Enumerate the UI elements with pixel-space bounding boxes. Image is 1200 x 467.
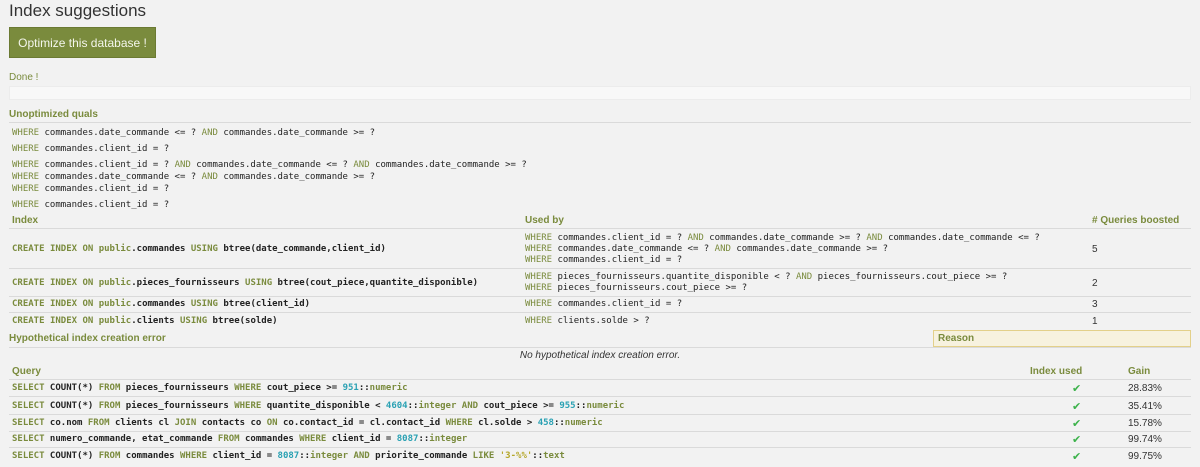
- query-text: SELECT COUNT(*) FROM commandes WHERE cli…: [12, 451, 565, 461]
- qual-line: WHERE commandes.client_id = ?: [12, 200, 170, 210]
- divider: [9, 379, 1191, 380]
- index-definition: CREATE INDEX ON public.commandes USING b…: [12, 299, 311, 309]
- divider: [9, 312, 1191, 313]
- check-icon: ✔: [1072, 434, 1082, 446]
- query-text: SELECT co.nom FROM clients cl JOIN conta…: [12, 418, 603, 428]
- optimize-database-button[interactable]: Optimize this database !: [9, 27, 156, 58]
- used-by-qual: WHERE commandes.client_id = ?: [525, 299, 683, 309]
- gain-value: 99.74%: [1128, 434, 1162, 445]
- gain-value: 35.41%: [1128, 401, 1162, 412]
- check-icon: ✔: [1072, 418, 1082, 430]
- used-by-qual: WHERE clients.solde > ?: [525, 316, 650, 326]
- divider: [9, 447, 1191, 448]
- gain-column-header: Gain: [1128, 366, 1151, 377]
- qual-line: WHERE commandes.client_id = ?: [12, 184, 170, 194]
- index-definition: CREATE INDEX ON public.pieces_fournisseu…: [12, 278, 479, 288]
- divider: [9, 122, 1191, 123]
- no-error-message: No hypothetical index creation error.: [519, 350, 681, 361]
- check-icon: ✔: [1072, 451, 1082, 463]
- hypo-error-heading: Hypothetical index creation error: [9, 333, 166, 344]
- divider: [9, 431, 1191, 432]
- query-text: SELECT numero_commande, etat_commande FR…: [12, 434, 468, 444]
- query-column-header: Query: [12, 366, 41, 377]
- status-text: Done !: [9, 72, 39, 83]
- divider: [9, 228, 1191, 229]
- used-by-qual: WHERE commandes.client_id = ? AND comman…: [525, 233, 1040, 243]
- index-definition: CREATE INDEX ON public.commandes USING b…: [12, 244, 386, 254]
- divider: [9, 396, 1191, 397]
- gain-value: 99.75%: [1128, 451, 1162, 462]
- qual-line: WHERE commandes.date_commande <= ? AND c…: [12, 128, 376, 138]
- divider: [9, 347, 1191, 348]
- divider: [9, 414, 1191, 415]
- qual-line: WHERE commandes.client_id = ?: [12, 144, 170, 154]
- reason-column-header: Reason: [933, 330, 1191, 347]
- used-by-qual: WHERE pieces_fournisseurs.quantite_dispo…: [525, 272, 1008, 282]
- queries-boosted-count: 3: [1092, 299, 1098, 310]
- index-definition: CREATE INDEX ON public.clients USING btr…: [12, 316, 278, 326]
- check-icon: ✔: [1072, 383, 1082, 395]
- queries-boosted-count: 1: [1092, 316, 1098, 327]
- index-column-header: Index: [12, 215, 39, 226]
- queries-boosted-count: 2: [1092, 278, 1098, 289]
- gain-value: 28.83%: [1128, 383, 1162, 394]
- used-by-column-header: Used by: [525, 215, 564, 226]
- gain-value: 15.78%: [1128, 418, 1162, 429]
- status-box: [9, 86, 1191, 100]
- check-icon: ✔: [1072, 401, 1082, 413]
- queries-boosted-column-header: # Queries boosted: [1092, 215, 1180, 226]
- used-by-qual: WHERE commandes.date_commande <= ? AND c…: [525, 244, 889, 254]
- page-title: Index suggestions: [9, 1, 147, 20]
- index-used-column-header: Index used: [1030, 366, 1083, 377]
- query-text: SELECT COUNT(*) FROM pieces_fournisseurs…: [12, 401, 625, 411]
- queries-boosted-count: 5: [1092, 244, 1098, 255]
- divider: [9, 268, 1191, 269]
- divider: [9, 296, 1191, 297]
- used-by-qual: WHERE commandes.client_id = ?: [525, 255, 683, 265]
- qual-line: WHERE commandes.client_id = ? AND comman…: [12, 160, 527, 170]
- query-text: SELECT COUNT(*) FROM pieces_fournisseurs…: [12, 383, 408, 393]
- unoptimized-quals-heading: Unoptimized quals: [9, 109, 98, 120]
- qual-line: WHERE commandes.date_commande <= ? AND c…: [12, 172, 376, 182]
- used-by-qual: WHERE pieces_fournisseurs.cout_piece >= …: [525, 283, 748, 293]
